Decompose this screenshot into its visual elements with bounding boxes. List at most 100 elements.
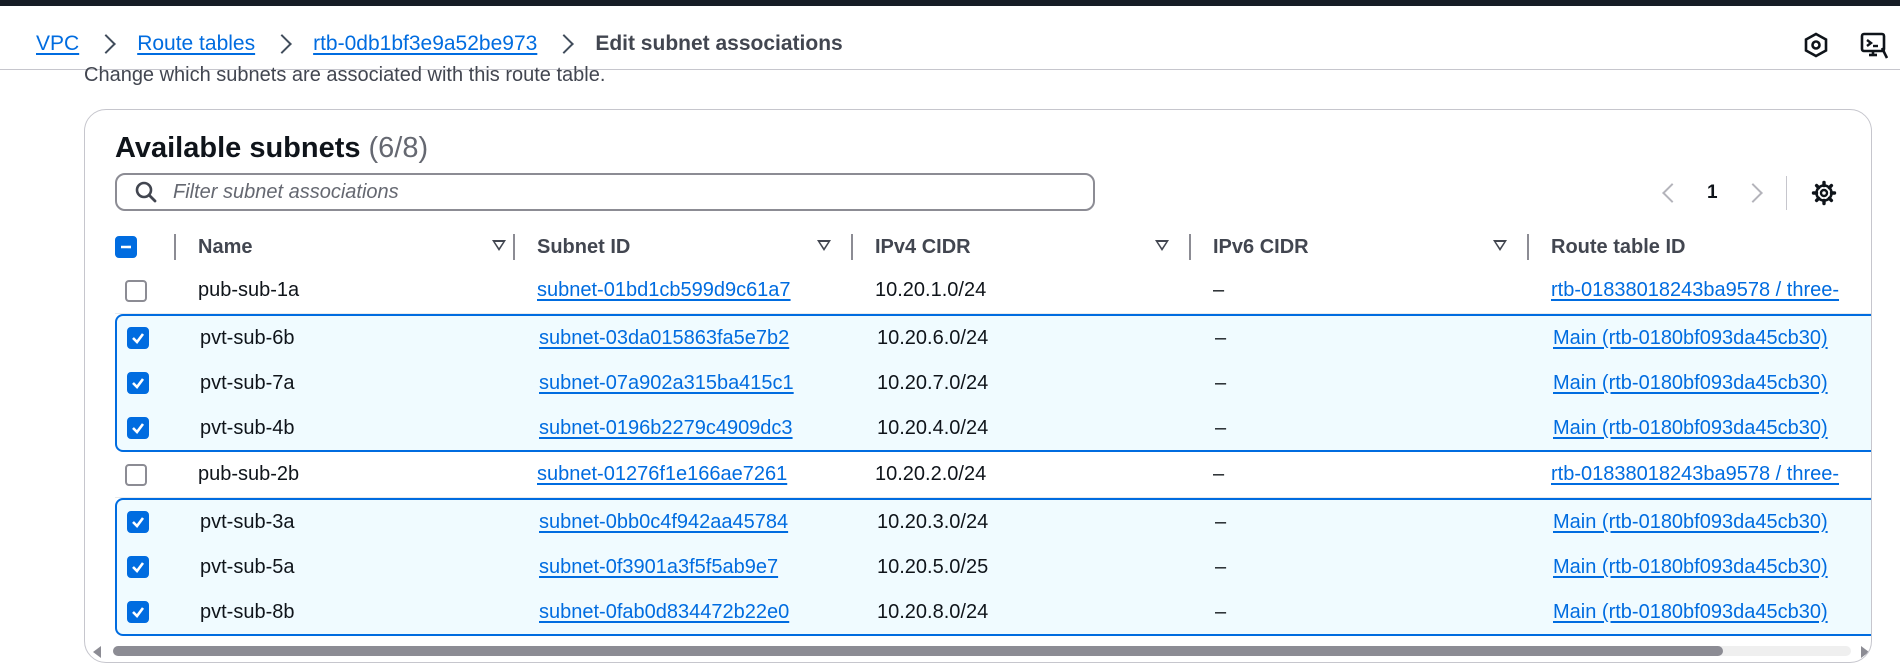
breadcrumb-route-table-id[interactable]: rtb-0db1bf3e9a52be973 bbox=[313, 32, 537, 56]
cell-name: pvt-sub-4b bbox=[200, 416, 295, 439]
row-checkbox[interactable] bbox=[127, 601, 149, 623]
table-row[interactable]: pvt-sub-8b subnet-0fab0d834472b22e0 10.20.… bbox=[115, 590, 1871, 636]
selection-count: (6/8) bbox=[368, 132, 429, 164]
cell-route-table-id: rtb-01838018243ba9578 / three- bbox=[1551, 452, 1839, 497]
subnet-id-link[interactable]: subnet-07a902a315ba415c1 bbox=[539, 372, 794, 395]
row-checkbox-cell bbox=[113, 452, 185, 497]
subnet-id-link[interactable]: subnet-03da015863fa5e7b2 bbox=[539, 327, 789, 350]
cell-route-table-id: Main (rtb-0180bf093da45cb30) bbox=[1553, 406, 1828, 450]
route-table-link[interactable]: rtb-01838018243ba9578 / three- bbox=[1551, 463, 1839, 486]
column-divider[interactable] bbox=[851, 234, 853, 260]
row-checkbox-cell bbox=[115, 590, 187, 634]
row-checkbox-cell bbox=[115, 544, 187, 590]
breadcrumb-separator-icon bbox=[96, 34, 117, 54]
column-header-ipv4-cidr-label: IPv4 CIDR bbox=[875, 235, 971, 258]
row-checkbox[interactable] bbox=[127, 511, 149, 533]
cell-ipv6-cidr: – bbox=[1215, 555, 1227, 578]
hexagon-settings-icon[interactable] bbox=[1799, 28, 1833, 62]
table-row[interactable]: pvt-sub-5a subnet-0f3901a3f5f5ab9e7 10.20.… bbox=[115, 544, 1871, 590]
cell-ipv4-cidr: 10.20.5.0/25 bbox=[877, 555, 989, 578]
column-header-subnet-id-label: Subnet ID bbox=[537, 235, 631, 258]
column-header-route-table-id[interactable]: Route table ID bbox=[1551, 224, 1871, 270]
cell-ipv6-cidr: – bbox=[1215, 416, 1227, 439]
route-table-link[interactable]: Main (rtb-0180bf093da45cb30) bbox=[1553, 511, 1828, 534]
breadcrumb-separator-icon bbox=[272, 34, 293, 54]
breadcrumb-separator-icon bbox=[554, 34, 575, 54]
search-icon bbox=[131, 177, 161, 207]
previous-page-icon[interactable] bbox=[1662, 183, 1682, 203]
sort-caret-icon[interactable] bbox=[1155, 240, 1169, 251]
cell-ipv4-cidr: 10.20.8.0/24 bbox=[877, 600, 989, 623]
table-row[interactable]: pub-sub-1a subnet-01bd1cb599d9c61a7 10.20.… bbox=[113, 268, 1871, 314]
next-page-icon[interactable] bbox=[1742, 183, 1763, 203]
column-header-route-table-id-label: Route table ID bbox=[1551, 235, 1686, 258]
cell-name: pvt-sub-3a bbox=[200, 510, 295, 533]
row-checkbox[interactable] bbox=[127, 556, 149, 578]
sort-caret-icon[interactable] bbox=[817, 240, 831, 251]
cell-ipv6-cidr: – bbox=[1215, 510, 1227, 533]
check-icon bbox=[132, 423, 145, 434]
column-divider[interactable] bbox=[1527, 234, 1529, 260]
scrollbar-thumb[interactable] bbox=[113, 646, 1723, 656]
column-header-subnet-id[interactable]: Subnet ID bbox=[537, 224, 857, 270]
filter-input[interactable] bbox=[171, 179, 1075, 205]
cell-ipv6-cidr: – bbox=[1215, 326, 1227, 349]
column-divider[interactable] bbox=[1189, 234, 1191, 260]
gear-icon[interactable] bbox=[1807, 176, 1841, 210]
route-table-link[interactable]: Main (rtb-0180bf093da45cb30) bbox=[1553, 327, 1828, 350]
route-table-link[interactable]: Main (rtb-0180bf093da45cb30) bbox=[1553, 601, 1828, 624]
sort-caret-icon[interactable] bbox=[492, 240, 506, 251]
table-row[interactable]: pvt-sub-3a subnet-0bb0c4f942aa45784 10.20.… bbox=[115, 498, 1871, 544]
column-divider bbox=[174, 234, 176, 260]
scroll-right-icon[interactable] bbox=[1861, 646, 1869, 658]
subnet-id-link[interactable]: subnet-0196b2279c4909dc3 bbox=[539, 417, 793, 440]
cell-name: pvt-sub-5a bbox=[200, 555, 295, 578]
row-checkbox[interactable] bbox=[127, 327, 149, 349]
column-header-ipv4-cidr[interactable]: IPv4 CIDR bbox=[875, 224, 1195, 270]
column-divider[interactable] bbox=[513, 234, 515, 260]
cell-ipv4-cidr: 10.20.7.0/24 bbox=[877, 371, 989, 394]
cell-name: pub-sub-2b bbox=[198, 463, 300, 485]
table-row[interactable]: pvt-sub-6b subnet-03da015863fa5e7b2 10.20.… bbox=[115, 314, 1871, 360]
table-row[interactable]: pvt-sub-4b subnet-0196b2279c4909dc3 10.20.… bbox=[115, 406, 1871, 452]
column-header-ipv6-cidr[interactable]: IPv6 CIDR bbox=[1213, 224, 1533, 270]
cell-name: pvt-sub-7a bbox=[200, 371, 295, 394]
subnet-id-link[interactable]: subnet-0f3901a3f5f5ab9e7 bbox=[539, 556, 778, 579]
cloudshell-icon[interactable] bbox=[1857, 28, 1891, 62]
row-checkbox-cell bbox=[113, 268, 185, 313]
cell-ipv4-cidr: 10.20.6.0/24 bbox=[877, 326, 989, 349]
breadcrumb: VPC Route tables rtb-0db1bf3e9a52be973 E… bbox=[36, 32, 843, 56]
check-icon bbox=[132, 562, 145, 573]
column-header-name[interactable]: Name bbox=[198, 224, 518, 270]
row-checkbox[interactable] bbox=[127, 372, 149, 394]
route-table-link[interactable]: Main (rtb-0180bf093da45cb30) bbox=[1553, 372, 1828, 395]
cell-subnet-id: subnet-0fab0d834472b22e0 bbox=[539, 590, 789, 634]
scroll-left-icon[interactable] bbox=[93, 646, 101, 658]
row-checkbox-cell bbox=[115, 500, 187, 544]
sort-caret-icon[interactable] bbox=[1493, 240, 1507, 251]
row-checkbox[interactable] bbox=[125, 463, 147, 486]
subnet-id-link[interactable]: subnet-0fab0d834472b22e0 bbox=[539, 601, 789, 624]
breadcrumb-vpc[interactable]: VPC bbox=[36, 32, 79, 56]
row-checkbox[interactable] bbox=[127, 417, 149, 439]
subnet-id-link[interactable]: subnet-01276f1e166ae7261 bbox=[537, 463, 787, 486]
table-row[interactable]: pvt-sub-7a subnet-07a902a315ba415c1 10.20.… bbox=[115, 360, 1871, 406]
subnet-id-link[interactable]: subnet-01bd1cb599d9c61a7 bbox=[537, 279, 791, 302]
pager-divider bbox=[1785, 176, 1787, 210]
filter-box[interactable] bbox=[115, 173, 1095, 211]
route-table-link[interactable]: Main (rtb-0180bf093da45cb30) bbox=[1553, 556, 1828, 579]
page-header: VPC Route tables rtb-0db1bf3e9a52be973 E… bbox=[0, 6, 1900, 70]
breadcrumb-route-tables[interactable]: Route tables bbox=[137, 32, 255, 56]
select-all-checkbox[interactable] bbox=[115, 236, 137, 258]
cell-route-table-id: Main (rtb-0180bf093da45cb30) bbox=[1553, 360, 1828, 406]
subnet-id-link[interactable]: subnet-0bb0c4f942aa45784 bbox=[539, 511, 788, 534]
current-page-number[interactable]: 1 bbox=[1707, 182, 1718, 204]
horizontal-scrollbar[interactable] bbox=[85, 638, 1871, 662]
panel-title: Available subnets (6/8) bbox=[115, 132, 428, 165]
table-row[interactable]: pub-sub-2b subnet-01276f1e166ae7261 10.20.… bbox=[113, 452, 1871, 498]
row-checkbox[interactable] bbox=[125, 279, 147, 302]
cell-name: pvt-sub-8b bbox=[200, 600, 295, 623]
route-table-link[interactable]: Main (rtb-0180bf093da45cb30) bbox=[1553, 417, 1828, 440]
route-table-link[interactable]: rtb-01838018243ba9578 / three- bbox=[1551, 279, 1839, 302]
cell-ipv6-cidr: – bbox=[1213, 279, 1225, 301]
